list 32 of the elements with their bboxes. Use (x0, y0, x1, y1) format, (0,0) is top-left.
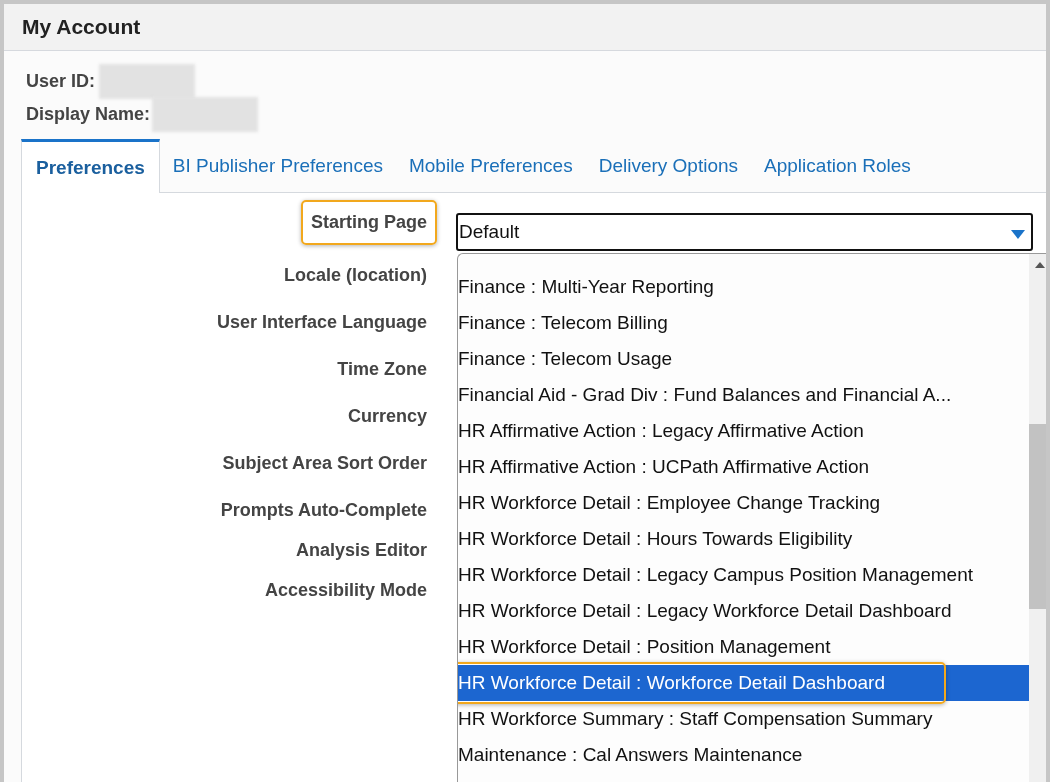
dropdown-option[interactable]: HR Workforce Summary : Staff Compensation Summary (458, 701, 1029, 737)
dropdown-option[interactable]: HR Workforce Detail : Workforce Detail Dashboard (458, 665, 1029, 701)
dropdown-option[interactable]: Finance : Telecom Billing (458, 305, 1029, 341)
field-label: User Interface Language (215, 311, 428, 334)
field-label: Accessibility Mode (263, 579, 428, 602)
field-label: Time Zone (336, 358, 428, 381)
field-label: Display Name: (26, 104, 151, 125)
scrollbar-thumb[interactable] (1029, 424, 1046, 609)
field-label: User ID: (26, 71, 96, 92)
dropdown-option[interactable]: HR Workforce Detail : Position Management (458, 629, 1029, 665)
field-label: Prompts Auto-Complete (219, 499, 428, 522)
field-label: Locale (location) (283, 264, 428, 287)
dropdown-option[interactable]: Finance : Multi-Year Reporting (458, 269, 1029, 305)
field-label: Analysis Editor (294, 539, 428, 562)
dropdown-option[interactable]: HR Workforce Detail : Legacy Workforce Detail Dashboard (458, 593, 1029, 629)
field-label: Subject Area Sort Order (221, 452, 428, 475)
starting-page-select[interactable]: Default (456, 213, 1033, 251)
page-title: My Account (22, 15, 141, 39)
scrollbar[interactable] (1029, 254, 1046, 782)
dropdown-option[interactable]: HR Affirmative Action : Legacy Affirmative Action (458, 413, 1029, 449)
dropdown-option[interactable]: Finance : Telecom Usage (458, 341, 1029, 377)
tab[interactable]: Preferences (21, 139, 160, 193)
scroll-up-icon[interactable] (1035, 262, 1045, 268)
dropdown-option[interactable]: HR Affirmative Action : UCPath Affirmative Action (458, 449, 1029, 485)
field-label: Starting Page (300, 200, 437, 245)
dropdown-option[interactable]: HR Workforce Detail : Hours Towards Eligibility (458, 521, 1029, 557)
dropdown-option[interactable]: Financial Aid - Grad Div : Fund Balances and Financial A... (458, 377, 1029, 413)
field-label: Currency (346, 405, 428, 428)
dropdown-option[interactable]: HR Workforce Detail : Legacy Campus Position Management (458, 557, 1029, 593)
dropdown-option[interactable]: HR Workforce Detail : Employee Change Tracking (458, 485, 1029, 521)
dropdown-option[interactable]: Maintenance : Cal Answers Maintenance (458, 737, 1029, 773)
caret-icon (1011, 229, 1025, 239)
